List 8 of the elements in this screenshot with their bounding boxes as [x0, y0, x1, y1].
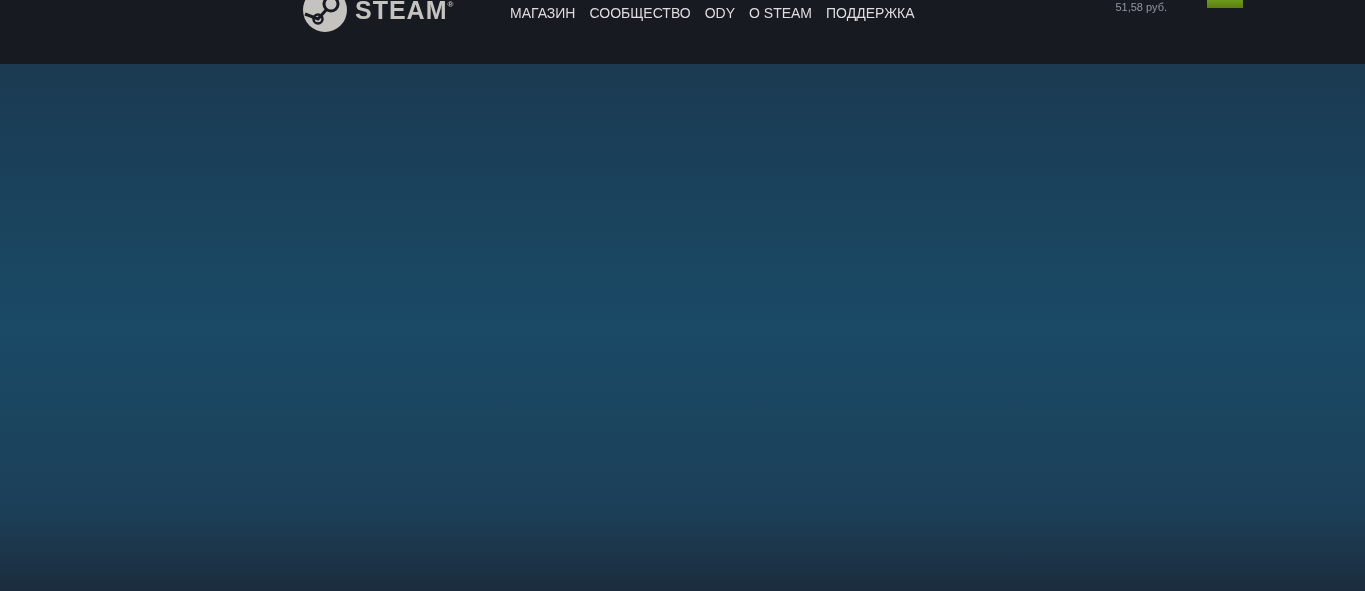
nav-link[interactable]: ПОДДЕРЖКА — [826, 5, 915, 21]
steam-logo-icon[interactable] — [303, 0, 347, 32]
nav-link[interactable]: СООБЩЕСТВО — [589, 5, 691, 21]
nav-link[interactable]: О STEAM — [749, 5, 813, 21]
nav-link[interactable]: ODY — [704, 5, 735, 21]
nav-link[interactable]: МАГАЗИН — [510, 5, 576, 21]
logo-text[interactable]: STEAM® — [355, 0, 455, 25]
wallet-balance[interactable]: 51,58 руб. — [1115, 1, 1167, 13]
